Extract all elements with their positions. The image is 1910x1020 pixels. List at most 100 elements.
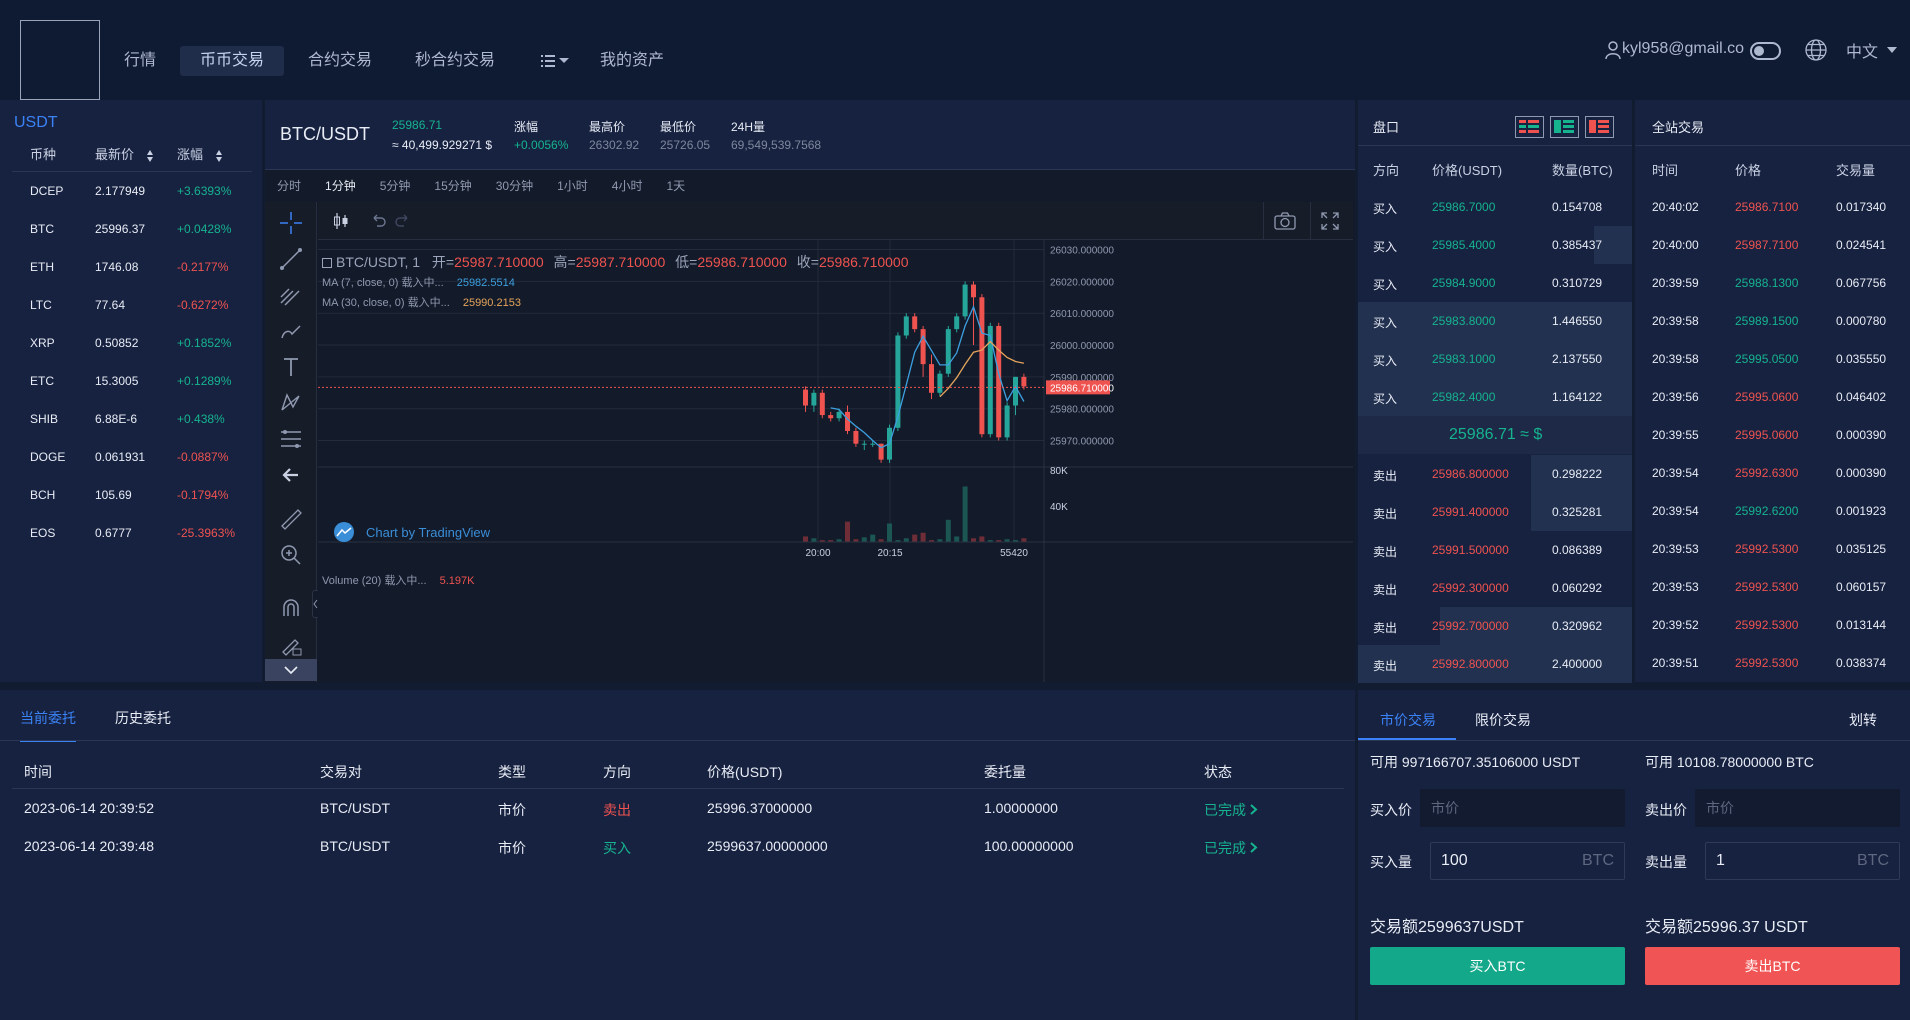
book-sell-row[interactable]: 卖出 25992.300000 0.060292 xyxy=(1358,569,1632,607)
crosshair-icon[interactable] xyxy=(278,210,304,236)
nav-my-assets[interactable]: 我的资产 xyxy=(580,46,684,76)
volume-tick-label: 40K xyxy=(1050,502,1068,513)
logo[interactable] xyxy=(20,20,100,100)
market-row[interactable]: DCEP 2.177949 +3.6393% xyxy=(0,172,262,210)
collapse-toolbar-button[interactable] xyxy=(265,659,317,681)
book-buy-row[interactable]: 买入 25982.4000 1.164122 xyxy=(1358,378,1632,416)
order-row: 2023-06-14 20:39:52 BTC/USDT 市价 卖出 25996… xyxy=(0,790,1355,828)
market-row[interactable]: DOGE 0.061931 -0.0887% xyxy=(0,438,262,476)
book-sell-row[interactable]: 卖出 25991.400000 0.325281 xyxy=(1358,493,1632,531)
nav-market[interactable]: 行情 xyxy=(104,46,176,76)
menu-dropdown-icon[interactable] xyxy=(538,48,574,74)
pitchfork-icon[interactable] xyxy=(278,282,304,308)
tab-market-order[interactable]: 市价交易 xyxy=(1380,710,1436,730)
tf-5m[interactable]: 5分钟 xyxy=(368,170,423,202)
ticker-change-label: 涨幅 xyxy=(514,120,539,134)
undo-icon[interactable] xyxy=(368,210,388,235)
transfer-link[interactable]: 划转 xyxy=(1849,710,1877,730)
book-side: 买入 xyxy=(1373,316,1398,330)
book-buy-row[interactable]: 买入 25983.1000 2.137550 xyxy=(1358,340,1632,378)
tf-1d[interactable]: 1天 xyxy=(654,170,697,202)
book-buy-row[interactable]: 买入 25986.7000 0.154708 xyxy=(1358,188,1632,226)
theme-toggle[interactable] xyxy=(1750,42,1781,60)
book-buy-row[interactable]: 买入 25985.4000 0.385437 xyxy=(1358,226,1632,264)
market-header-price[interactable]: 最新价 xyxy=(95,144,154,163)
brush-icon[interactable] xyxy=(278,318,304,344)
text-tool-icon[interactable] xyxy=(278,354,304,380)
book-side: 买入 xyxy=(1373,202,1398,216)
nav-spot-trading[interactable]: 币币交易 xyxy=(180,46,285,76)
trendline-icon[interactable] xyxy=(278,246,304,272)
market-row[interactable]: BTC 25996.37 +0.0428% xyxy=(0,210,262,248)
book-header-side: 方向 xyxy=(1373,163,1400,178)
tf-15m[interactable]: 15分钟 xyxy=(422,170,483,202)
trade-qty: 0.067756 xyxy=(1836,276,1887,290)
sell-qty-input[interactable]: 1 BTC xyxy=(1705,842,1900,880)
book-buy-row[interactable]: 买入 25984.9000 0.310729 xyxy=(1358,264,1632,302)
market-row[interactable]: ETH 1746.08 -0.2177% xyxy=(0,248,262,286)
volume-bar xyxy=(861,537,867,542)
nav-second-contract[interactable]: 秒合约交易 xyxy=(395,46,515,76)
tf-4h[interactable]: 4小时 xyxy=(600,170,655,202)
zoom-icon[interactable] xyxy=(278,542,304,568)
magnet-icon[interactable] xyxy=(278,596,304,622)
sell-price-input[interactable]: 市价 xyxy=(1695,789,1900,827)
market-header-change[interactable]: 涨幅 xyxy=(177,144,223,163)
tf-line[interactable]: 分时 xyxy=(265,170,313,202)
language-selector[interactable]: 中文 xyxy=(1804,38,1898,62)
orders-header-type: 类型 xyxy=(498,764,526,780)
market-row[interactable]: LTC 77.64 -0.6272% xyxy=(0,286,262,324)
legend-low-label: 低= xyxy=(675,254,698,270)
buy-qty-input[interactable]: 100 BTC xyxy=(1430,842,1625,880)
sell-button[interactable]: 卖出BTC xyxy=(1645,947,1900,985)
tf-1h[interactable]: 1小时 xyxy=(545,170,600,202)
pattern-icon[interactable] xyxy=(278,390,304,416)
fib-icon[interactable] xyxy=(278,426,304,452)
user-icon[interactable] xyxy=(1605,40,1621,60)
market-row[interactable]: SHIB 6.88E-6 +0.438% xyxy=(0,400,262,438)
book-view-both-icon[interactable] xyxy=(1515,116,1544,138)
sort-icon xyxy=(146,149,153,162)
market-row[interactable]: BCH 105.69 -0.1794% xyxy=(0,476,262,514)
nav-contract-trading[interactable]: 合约交易 xyxy=(288,46,392,76)
candle-body xyxy=(861,443,867,445)
ruler-icon[interactable] xyxy=(278,506,304,532)
fullscreen-icon[interactable] xyxy=(1319,210,1341,235)
screenshot-icon[interactable] xyxy=(1273,210,1297,235)
legend-high-label: 高= xyxy=(553,254,576,270)
divider xyxy=(1263,202,1264,240)
book-view-buy-icon[interactable] xyxy=(1550,116,1579,138)
tab-limit-order[interactable]: 限价交易 xyxy=(1475,710,1531,730)
arrow-left-icon[interactable] xyxy=(278,462,304,488)
redo-icon[interactable] xyxy=(393,210,413,235)
buy-price-input[interactable]: 市价 xyxy=(1420,789,1625,827)
candle-body xyxy=(962,284,968,317)
order-status-link[interactable]: 已完成 xyxy=(1204,838,1258,858)
user-email[interactable]: kyl958@gmail.co xyxy=(1622,40,1744,58)
tf-1m[interactable]: 1分钟 xyxy=(313,170,368,202)
trade-time: 20:39:53 xyxy=(1652,580,1699,594)
market-change: +0.1852% xyxy=(177,336,232,350)
candle-type-icon[interactable] xyxy=(330,210,352,235)
market-row[interactable]: EOS 0.6777 -25.3963% xyxy=(0,514,262,552)
book-sell-row[interactable]: 卖出 25986.800000 0.298222 xyxy=(1358,455,1632,493)
tab-current-orders[interactable]: 当前委托 xyxy=(20,708,76,742)
book-sell-row[interactable]: 卖出 25992.700000 0.320962 xyxy=(1358,607,1632,645)
lock-draw-icon[interactable] xyxy=(278,632,304,658)
order-status-link[interactable]: 已完成 xyxy=(1204,800,1258,820)
book-view-sell-icon[interactable] xyxy=(1585,116,1614,138)
buy-button[interactable]: 买入BTC xyxy=(1370,947,1625,985)
candle-body xyxy=(803,389,808,406)
market-row[interactable]: ETC 15.3005 +0.1289% xyxy=(0,362,262,400)
book-sell-row[interactable]: 卖出 25991.500000 0.086389 xyxy=(1358,531,1632,569)
tab-order-history[interactable]: 历史委托 xyxy=(115,708,171,740)
legend-close-label: 收= xyxy=(796,254,819,270)
book-sell-row[interactable]: 卖出 25992.800000 2.400000 xyxy=(1358,645,1632,683)
volume-value: 5.197K xyxy=(439,575,475,587)
tf-30m[interactable]: 30分钟 xyxy=(484,170,545,202)
collapse-legend-icon[interactable] xyxy=(322,258,332,269)
ma30-label: MA (30, close, 0) 载入中... xyxy=(322,297,450,309)
tradingview-watermark[interactable]: Chart by TradingView xyxy=(332,522,490,542)
market-row[interactable]: XRP 0.50852 +0.1852% xyxy=(0,324,262,362)
book-buy-row[interactable]: 买入 25983.8000 1.446550 xyxy=(1358,302,1632,340)
